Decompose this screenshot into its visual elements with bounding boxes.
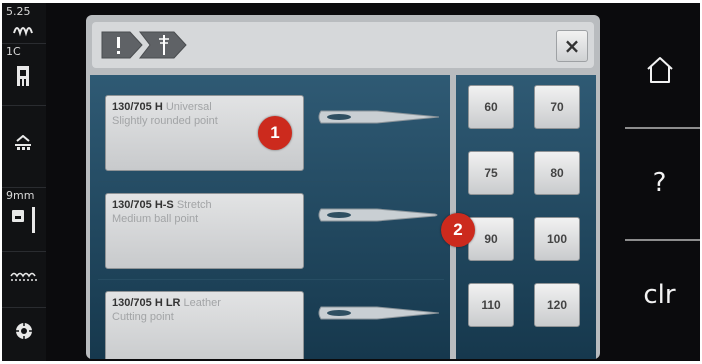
needle-position-indicator[interactable]: 1C (2, 43, 46, 106)
needle-row: 130/705 H-S Stretch Medium ball point (98, 181, 444, 280)
size-button-90[interactable]: 90 (468, 217, 514, 261)
needle-row: 130/705 H LR Leather Cutting point (98, 279, 444, 359)
status-bar: 5.25 1C 9mm (2, 3, 46, 361)
stitch-length-indicator[interactable]: 5.25 (2, 3, 46, 44)
callout-badge-2: 2 (441, 213, 475, 247)
feed-dog-icon (15, 135, 31, 150)
stitch-length-value: 5.25 (6, 5, 31, 18)
clear-button[interactable]: clr (619, 255, 700, 335)
needle-position-value: 1C (6, 45, 21, 58)
needle-code: 130/705 H-S (112, 199, 174, 211)
nav-divider (625, 239, 700, 241)
stitch-plate-indicator[interactable] (2, 251, 46, 308)
needle-option-leather[interactable]: 130/705 H LR Leather Cutting point (105, 291, 304, 359)
needle-type: Universal (165, 101, 212, 113)
stitch-plate-icon (10, 272, 37, 281)
needle-plate-icon (12, 207, 35, 233)
needle-selection-dialog: × 130/705 H Universal Slightly rounded p… (86, 15, 600, 359)
stretch-needle-icon (318, 208, 438, 222)
bobbin-indicator[interactable] (2, 307, 46, 361)
stitch-length-icon (13, 27, 33, 37)
presser-foot-icon (17, 66, 29, 86)
size-button-110[interactable]: 110 (468, 283, 514, 327)
needle-type: Stretch (176, 199, 212, 211)
sewing-machine-screen: 5.25 1C 9mm × 130/705 H Universal Slight… (2, 3, 700, 361)
help-button[interactable]: ? (619, 143, 700, 223)
callout-badge-1: 1 (258, 116, 292, 150)
nav-divider (625, 127, 700, 129)
size-button-120[interactable]: 120 (534, 283, 580, 327)
help-icon: ? (652, 168, 667, 198)
needle-plate-indicator[interactable]: 9mm (2, 187, 46, 252)
dialog-header: × (92, 22, 594, 68)
feed-dog-indicator[interactable] (2, 105, 46, 188)
size-button-75[interactable]: 75 (468, 151, 514, 195)
home-icon (646, 57, 673, 83)
size-button-60[interactable]: 60 (468, 85, 514, 129)
clear-label: clr (643, 280, 676, 310)
needle-description: Medium ball point (112, 213, 199, 225)
size-button-70[interactable]: 70 (534, 85, 580, 129)
needle-size-value: 9mm (6, 189, 35, 202)
leather-needle-icon (318, 306, 439, 320)
home-button[interactable] (619, 33, 700, 113)
exclamation-icon (117, 37, 120, 48)
needle-code: 130/705 H LR (112, 297, 181, 309)
size-button-80[interactable]: 80 (534, 151, 580, 195)
bobbin-icon (16, 323, 32, 339)
navigation-bar: ? clr (619, 3, 700, 361)
needle-description: Cutting point (112, 311, 174, 323)
size-button-100[interactable]: 100 (534, 217, 580, 261)
needle-description: Slightly rounded point (112, 115, 218, 127)
universal-needle-icon (318, 110, 439, 124)
close-button[interactable]: × (556, 30, 588, 62)
tab-needle[interactable] (138, 30, 188, 60)
needle-code: 130/705 H (112, 101, 163, 113)
needle-type: Leather (183, 297, 221, 309)
needle-option-stretch[interactable]: 130/705 H-S Stretch Medium ball point (105, 193, 304, 269)
needle-size-grid: 60 70 75 80 90 100 110 120 (456, 75, 596, 359)
